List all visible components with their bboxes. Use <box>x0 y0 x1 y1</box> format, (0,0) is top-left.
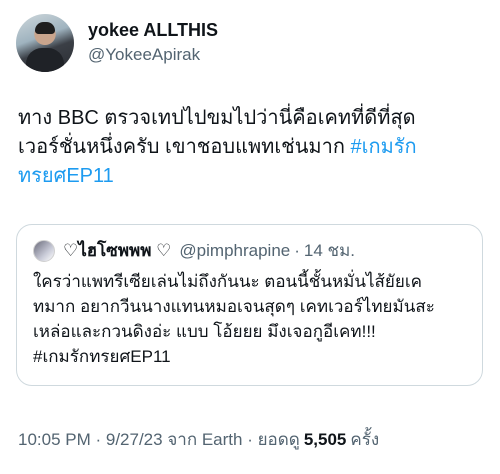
hashtag-part-2: ทรยศEP11 <box>18 165 114 187</box>
avatar-body <box>26 48 64 72</box>
quoted-separator: · <box>294 240 300 260</box>
avatar-hair <box>35 22 55 34</box>
view-count: 5,505 <box>303 430 347 449</box>
tweet-timestamp[interactable]: 10:05 PM · 9/27/23 จาก Earth · ยอดดู <box>18 426 300 453</box>
quoted-header: ♡ไฮโซพพพ ♡ @pimphrapine · 14 ชม. <box>33 237 355 264</box>
author-avatar[interactable] <box>16 14 74 72</box>
tweet-header: yokee ALLTHIS @YokeeApirak <box>16 14 218 72</box>
hashtag-part-1: #เกมรัก <box>350 136 417 158</box>
quoted-avatar <box>33 239 55 262</box>
quoted-time: 14 ชม. <box>303 241 356 260</box>
quoted-text: ใครว่าแพทรีเซียเล่นไม่ถึงกันนะ ตอนนี้ชั้… <box>33 272 435 366</box>
author-names: yokee ALLTHIS @YokeeApirak <box>88 19 218 67</box>
quoted-handle: @pimphrapine <box>179 240 291 260</box>
tweet-text: ทาง BBC ตรวจเทปไปขมไปว่านี่คือเคทที่ดีที… <box>18 104 483 191</box>
quoted-tweet[interactable]: ♡ไฮโซพพพ ♡ @pimphrapine · 14 ชม. ใครว่าแ… <box>16 224 483 386</box>
author-display-name[interactable]: yokee ALLTHIS <box>88 19 218 41</box>
view-count-label: ครั้ง <box>350 430 380 449</box>
tweet-meta: 10:05 PM · 9/27/23 จาก Earth · ยอดดู 5,5… <box>18 426 379 453</box>
author-handle[interactable]: @YokeeApirak <box>88 43 218 67</box>
quoted-display-name: ♡ไฮโซพพพ ♡ <box>63 241 172 260</box>
